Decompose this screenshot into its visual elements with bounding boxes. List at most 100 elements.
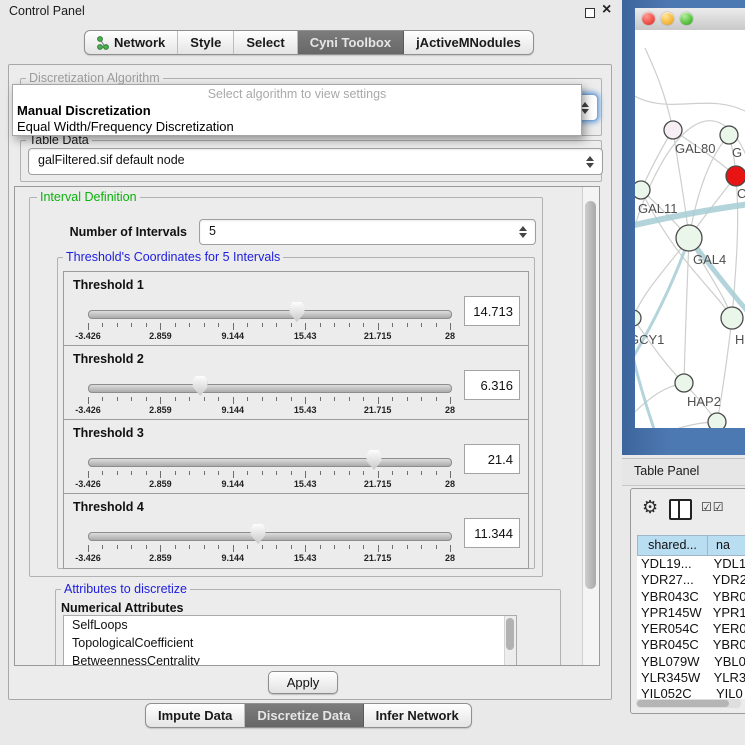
threshold-slider[interactable]: -3.4262.8599.14415.4321.71528	[88, 526, 450, 566]
slider-thumb[interactable]	[289, 302, 304, 322]
tick-mark	[436, 471, 437, 475]
tab-select[interactable]: Select	[234, 31, 297, 54]
tick-label: 2.859	[149, 479, 172, 489]
tab-jactivemnodules[interactable]: jActiveMNodules	[404, 31, 533, 54]
network-node-label: GCY1	[635, 332, 664, 347]
tab-style[interactable]: Style	[178, 31, 234, 54]
slider-thumb[interactable]	[366, 450, 381, 470]
threshold-slider[interactable]: -3.4262.8599.14415.4321.71528	[88, 304, 450, 344]
number-of-intervals-combobox[interactable]: 5	[199, 219, 536, 245]
tab-cyni-toolbox[interactable]: Cyni Toolbox	[298, 31, 404, 54]
table-row[interactable]: YIL052CYIL0	[637, 686, 745, 699]
tick-mark	[436, 397, 437, 401]
slider-track[interactable]	[88, 458, 452, 467]
network-edge[interactable]	[635, 422, 717, 428]
network-node[interactable]	[726, 166, 745, 186]
table-row[interactable]: YLR345WYLR3	[637, 670, 745, 686]
numerical-attributes-list[interactable]: SelfLoopsTopologicalCoefficientBetweenne…	[63, 615, 517, 666]
table-row[interactable]: YBR043CYBR0	[637, 589, 745, 605]
tab-discretize-data[interactable]: Discretize Data	[245, 704, 363, 727]
close-traffic-light-icon[interactable]	[642, 12, 655, 25]
minimize-traffic-light-icon[interactable]	[661, 12, 674, 25]
scrollbar-thumb[interactable]	[585, 201, 596, 589]
slider-thumb[interactable]	[251, 524, 266, 544]
tick-mark	[450, 397, 451, 404]
cell-name: YER0	[705, 621, 745, 637]
tick-mark	[189, 471, 190, 475]
network-node[interactable]	[676, 225, 702, 251]
threshold-slider[interactable]: -3.4262.8599.14415.4321.71528	[88, 378, 450, 418]
apply-button[interactable]: Apply	[268, 671, 338, 694]
tick-mark	[175, 397, 176, 401]
tab-infer-network[interactable]: Infer Network	[364, 704, 471, 727]
tick-mark	[175, 323, 176, 327]
network-node[interactable]	[675, 374, 693, 392]
dropdown-option-manual[interactable]: Manual Discretization	[17, 103, 151, 118]
network-node[interactable]	[664, 121, 682, 139]
tab-network[interactable]: Network	[85, 31, 178, 54]
zoom-traffic-light-icon[interactable]	[680, 12, 693, 25]
dropdown-prompt[interactable]: Select algorithm to view settings	[13, 87, 581, 101]
table-row[interactable]: YDR27...YDR2	[637, 572, 745, 588]
tick-mark	[189, 323, 190, 327]
table-horizontal-scrollbar[interactable]	[636, 699, 741, 708]
float-window-icon[interactable]	[585, 8, 595, 18]
scrollbar-thumb[interactable]	[637, 700, 729, 707]
tick-label: 2.859	[149, 331, 172, 341]
column-header-name[interactable]: na	[708, 535, 745, 556]
table-row[interactable]: YBR045CYBR0	[637, 637, 745, 653]
settings-scrollbar[interactable]	[582, 187, 599, 665]
scrollbar-thumb[interactable]	[506, 618, 514, 650]
combo-stepper-icon[interactable]	[519, 226, 528, 238]
table-row[interactable]: YPR145WYPR1	[637, 605, 745, 621]
tick-label: 15.43	[294, 553, 317, 563]
slider-track[interactable]	[88, 532, 452, 541]
tick-mark	[131, 471, 132, 475]
threshold-slider[interactable]: -3.4262.8599.14415.4321.71528	[88, 452, 450, 492]
network-node[interactable]	[635, 181, 650, 199]
network-edge[interactable]	[641, 130, 673, 190]
table-row[interactable]: YDL19...YDL1	[637, 556, 745, 572]
attribute-item[interactable]: BetweennessCentrality	[64, 652, 516, 666]
close-icon[interactable]: ×	[602, 1, 611, 19]
table-row[interactable]: YER054CYER0	[637, 621, 745, 637]
slider-track[interactable]	[88, 310, 452, 319]
cell-name: YPR1	[705, 605, 745, 621]
slider-thumb[interactable]	[193, 376, 208, 396]
network-edge[interactable]	[635, 90, 745, 112]
attribute-item[interactable]: TopologicalCoefficient	[64, 634, 516, 652]
network-node[interactable]	[721, 307, 743, 329]
table-data-combobox[interactable]: galFiltered.sif default node	[28, 148, 603, 175]
column-header-shared[interactable]: shared...	[637, 535, 708, 556]
table-header-row: shared... na	[637, 535, 745, 556]
dropdown-option-equal-width[interactable]: Equal Width/Frequency Discretization	[17, 119, 234, 134]
tick-mark	[160, 323, 161, 330]
network-edge[interactable]	[635, 318, 684, 383]
numerical-attributes-label: Numerical Attributes	[61, 601, 183, 615]
network-node[interactable]	[708, 413, 726, 428]
slider-track[interactable]	[88, 384, 452, 393]
tick-mark	[204, 323, 205, 327]
network-canvas[interactable]: GAL80GCGAL11GAL4GCY1HHAP2	[635, 30, 745, 428]
tick-mark	[262, 323, 263, 327]
list-scrollbar[interactable]	[504, 616, 516, 666]
checkbox-icons[interactable]: ☑☑	[701, 500, 725, 514]
threshold-value-field[interactable]: 14.713	[464, 296, 520, 326]
combo-stepper-icon[interactable]	[586, 156, 595, 168]
network-node[interactable]	[635, 310, 641, 326]
threshold-value-field[interactable]: 21.4	[464, 444, 520, 474]
gear-icon[interactable]: ⚙	[642, 497, 658, 518]
combo-stepper-icon[interactable]	[581, 102, 590, 114]
threshold-value-field[interactable]: 6.316	[464, 370, 520, 400]
tick-mark	[146, 397, 147, 401]
network-view-window[interactable]: GAL80GCGAL11GAL4GCY1HHAP2	[622, 0, 745, 455]
tick-mark	[146, 471, 147, 475]
network-node[interactable]	[720, 126, 738, 144]
table-row[interactable]: YBL079WYBL0	[637, 654, 745, 670]
split-columns-icon[interactable]	[669, 499, 692, 520]
tab-impute-data[interactable]: Impute Data	[146, 704, 245, 727]
network-edge[interactable]	[645, 48, 673, 130]
threshold-value-field[interactable]: 11.344	[464, 518, 520, 548]
network-window-titlebar[interactable]	[635, 8, 745, 31]
attribute-item[interactable]: SelfLoops	[64, 616, 516, 634]
